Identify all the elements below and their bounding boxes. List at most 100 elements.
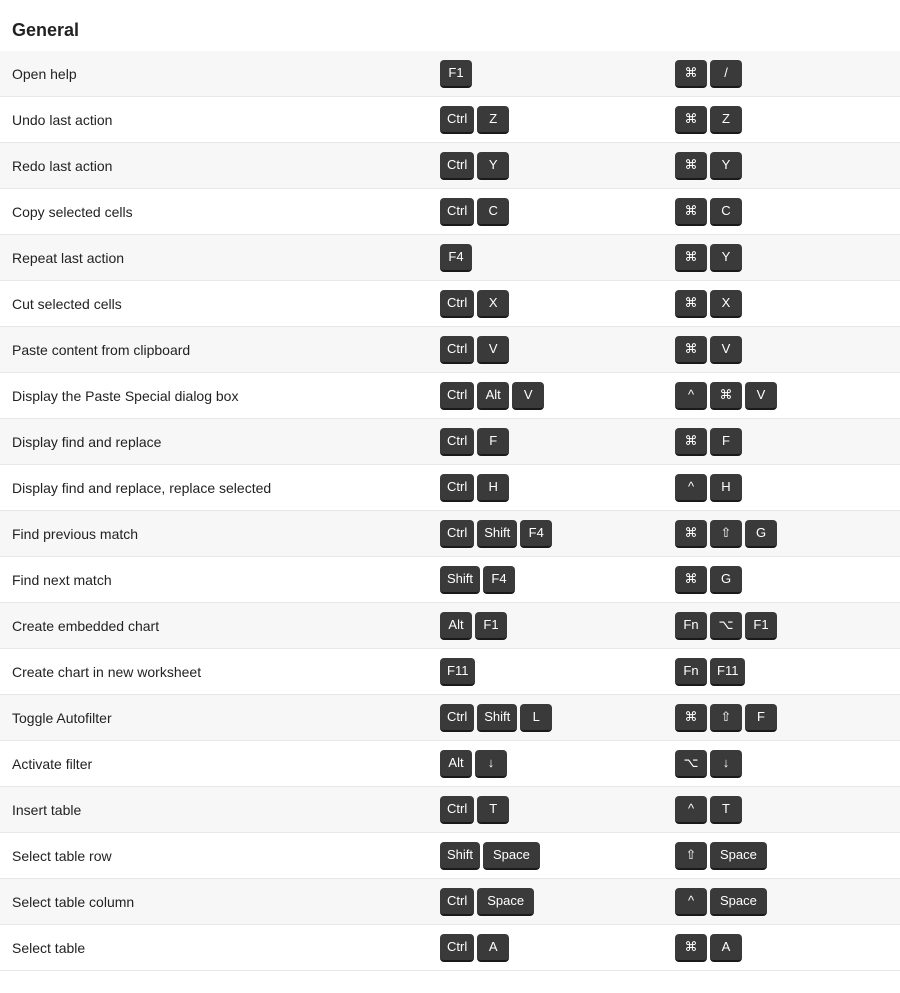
win-keys-group: CtrlH xyxy=(430,466,665,510)
key-badge: Alt xyxy=(477,382,509,410)
mac-keys-group: ⇧Space xyxy=(665,834,900,878)
table-row: Undo last actionCtrlZ⌘Z xyxy=(0,97,900,143)
key-badge: G xyxy=(710,566,742,594)
table-row: Paste content from clipboardCtrlV⌘V xyxy=(0,327,900,373)
key-badge: Shift xyxy=(477,704,517,732)
table-row: Display find and replaceCtrlF⌘F xyxy=(0,419,900,465)
key-badge: Shift xyxy=(440,842,480,870)
action-label: Paste content from clipboard xyxy=(0,334,430,366)
mac-keys-group: ⌘⇧F xyxy=(665,696,900,740)
key-badge: F xyxy=(477,428,509,456)
action-label: Insert table xyxy=(0,794,430,826)
table-row: Cut selected cellsCtrlX⌘X xyxy=(0,281,900,327)
key-badge: Y xyxy=(710,244,742,272)
key-badge: T xyxy=(477,796,509,824)
mac-keys-group: ⌘X xyxy=(665,282,900,326)
mac-keys-group: Fn⌥F1 xyxy=(665,604,900,648)
win-keys-group: CtrlT xyxy=(430,788,665,832)
key-badge: ⌘ xyxy=(675,566,707,594)
table-row: Insert tableCtrlT^T xyxy=(0,787,900,833)
table-row: Toggle AutofilterCtrlShiftL⌘⇧F xyxy=(0,695,900,741)
key-badge: ⇧ xyxy=(710,520,742,548)
key-badge: H xyxy=(477,474,509,502)
key-badge: T xyxy=(710,796,742,824)
action-label: Toggle Autofilter xyxy=(0,702,430,734)
table-row: Select table columnCtrlSpace^Space xyxy=(0,879,900,925)
win-keys-group: ShiftSpace xyxy=(430,834,665,878)
key-badge: ⇧ xyxy=(675,842,707,870)
mac-keys-group: ⌘Z xyxy=(665,98,900,142)
mac-keys-group: ⌘V xyxy=(665,328,900,372)
key-badge: Y xyxy=(477,152,509,180)
key-badge: V xyxy=(512,382,544,410)
mac-keys-group: ^T xyxy=(665,788,900,832)
mac-keys-group: ⌘C xyxy=(665,190,900,234)
table-row: Open helpF1⌘/ xyxy=(0,51,900,97)
win-keys-group: CtrlX xyxy=(430,282,665,326)
action-label: Select table xyxy=(0,932,430,964)
key-badge: ^ xyxy=(675,796,707,824)
key-badge: Space xyxy=(477,888,534,916)
mac-keys-group: ^⌘V xyxy=(665,374,900,418)
key-badge: Z xyxy=(477,106,509,134)
table-row: Create chart in new worksheetF11FnF11 xyxy=(0,649,900,695)
key-badge: ⌘ xyxy=(675,290,707,318)
key-badge: V xyxy=(745,382,777,410)
table-row: Display the Paste Special dialog box Ctrl… xyxy=(0,373,900,419)
table-row: Redo last actionCtrlY⌘Y xyxy=(0,143,900,189)
key-badge: Shift xyxy=(440,566,480,594)
win-keys-group: F1 xyxy=(430,52,665,96)
action-label: Select table row xyxy=(0,840,430,872)
action-label: Create embedded chart xyxy=(0,610,430,642)
mac-keys-group: ⌘Y xyxy=(665,144,900,188)
table-row: Create embedded chartAltF1Fn⌥F1 xyxy=(0,603,900,649)
key-badge: Ctrl xyxy=(440,704,474,732)
key-badge: Ctrl xyxy=(440,934,474,962)
key-badge: ↓ xyxy=(475,750,507,778)
key-badge: L xyxy=(520,704,552,732)
key-badge: X xyxy=(477,290,509,318)
key-badge: ⌘ xyxy=(675,106,707,134)
key-badge: ⌘ xyxy=(675,520,707,548)
key-badge: F1 xyxy=(745,612,777,640)
key-badge: ⌘ xyxy=(675,244,707,272)
key-badge: X xyxy=(710,290,742,318)
key-badge: F4 xyxy=(483,566,515,594)
win-keys-group: CtrlA xyxy=(430,926,665,970)
mac-keys-group: ⌘Y xyxy=(665,236,900,280)
key-badge: Space xyxy=(710,842,767,870)
win-keys-group: CtrlSpace xyxy=(430,880,665,924)
mac-keys-group: ⌥↓ xyxy=(665,742,900,786)
key-badge: ⌘ xyxy=(675,428,707,456)
win-keys-group: CtrlShiftL xyxy=(430,696,665,740)
key-badge: Ctrl xyxy=(440,198,474,226)
key-badge: Space xyxy=(483,842,540,870)
mac-keys-group: ⌘A xyxy=(665,926,900,970)
key-badge: Z xyxy=(710,106,742,134)
win-keys-group: CtrlF xyxy=(430,420,665,464)
key-badge: Ctrl xyxy=(440,796,474,824)
mac-keys-group: ^H xyxy=(665,466,900,510)
key-badge: G xyxy=(745,520,777,548)
key-badge: ⌘ xyxy=(675,198,707,226)
section-title: General xyxy=(0,16,900,51)
key-badge: Y xyxy=(710,152,742,180)
action-label: Display find and replace xyxy=(0,426,430,458)
action-label: Find next match xyxy=(0,564,430,596)
action-label: Display the Paste Special dialog box xyxy=(0,380,430,412)
win-keys-group: CtrlV xyxy=(430,328,665,372)
key-badge: ^ xyxy=(675,888,707,916)
key-badge: F4 xyxy=(520,520,552,548)
key-badge: A xyxy=(710,934,742,962)
win-keys-group: CtrlZ xyxy=(430,98,665,142)
action-label: Redo last action xyxy=(0,150,430,182)
shortcut-table: Open helpF1⌘/Undo last actionCtrlZ⌘ZRedo… xyxy=(0,51,900,971)
key-badge: F11 xyxy=(710,658,745,686)
mac-keys-group: ⌘F xyxy=(665,420,900,464)
key-badge: ⌘ xyxy=(675,152,707,180)
key-badge: Ctrl xyxy=(440,152,474,180)
action-label: Display find and replace, replace select… xyxy=(0,472,430,504)
key-badge: Ctrl xyxy=(440,382,474,410)
mac-keys-group: ⌘/ xyxy=(665,52,900,96)
action-label: Cut selected cells xyxy=(0,288,430,320)
